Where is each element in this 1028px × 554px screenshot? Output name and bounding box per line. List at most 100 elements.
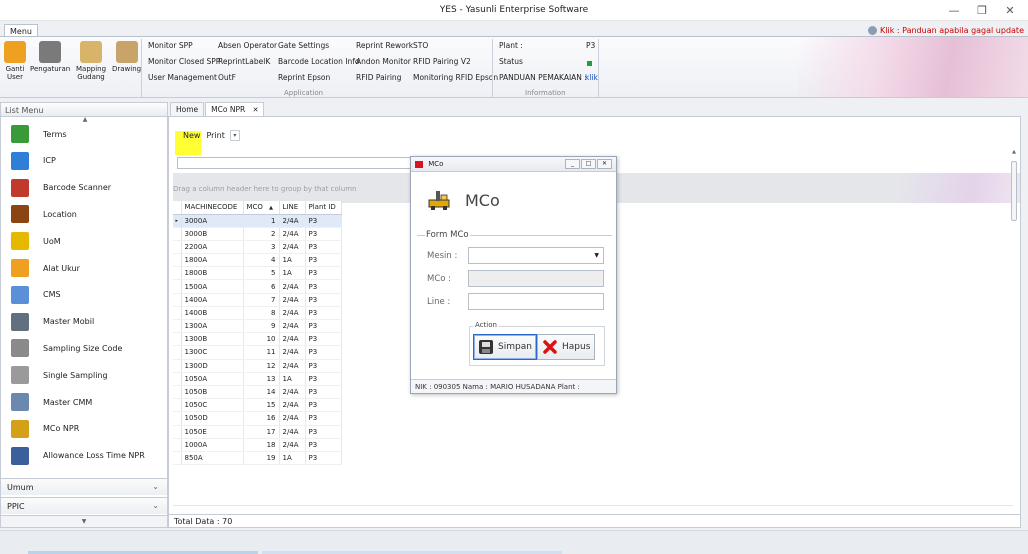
row-indicator: [173, 345, 182, 360]
sampling-icon: [11, 339, 29, 358]
panduan-link[interactable]: klik: [585, 73, 598, 82]
menu-item[interactable]: Sampling Size Code: [11, 336, 122, 360]
column-header-plant-id[interactable]: Plant ID: [305, 201, 342, 215]
table-cell: P3: [305, 411, 342, 426]
ribbon-item[interactable]: STO: [413, 41, 428, 50]
ribbon-item[interactable]: User Management: [148, 73, 217, 82]
ribbon: Ganti User Pengaturan Mapping Gudang Drawing …: [0, 36, 1028, 98]
dialog-maximize-button[interactable]: □: [581, 159, 596, 169]
scroll-up-icon[interactable]: ▲: [1010, 149, 1018, 155]
group-umum-label: Umum: [7, 483, 34, 492]
table-row[interactable]: 1800B 5 1A P3: [173, 266, 342, 281]
table-row[interactable]: 3000B 2 2/4A P3: [173, 227, 342, 241]
table-row[interactable]: ▸ 3000A 1 2/4A P3: [173, 214, 342, 228]
menu-item[interactable]: Location: [11, 202, 77, 226]
table-row[interactable]: 1300B 10 2/4A P3: [173, 332, 342, 347]
line-field[interactable]: [468, 293, 604, 310]
table-row[interactable]: 1400A 7 2/4A P3: [173, 293, 342, 307]
table-cell: 1500A: [181, 279, 244, 294]
group-ppic[interactable]: PPIC ⌄: [1, 497, 167, 514]
table-row[interactable]: 1300D 12 2/4A P3: [173, 359, 342, 373]
close-button[interactable]: ✕: [996, 2, 1024, 18]
table-cell: P3: [305, 398, 342, 413]
column-header-line[interactable]: LINE: [279, 201, 306, 215]
horizontal-scrollbar[interactable]: [173, 505, 1013, 513]
table-cell: 1400B: [181, 306, 244, 321]
hapus-button[interactable]: Hapus: [537, 334, 596, 360]
table-row[interactable]: 1000A 18 2/4A P3: [173, 438, 342, 452]
table-row[interactable]: 1050D 16 2/4A P3: [173, 411, 342, 426]
print-button[interactable]: Print: [204, 129, 226, 142]
vertical-scrollbar[interactable]: ▲: [1010, 149, 1018, 497]
ribbon-item[interactable]: Monitor SPP: [148, 41, 193, 50]
table-row[interactable]: 850A 19 1A P3: [173, 451, 342, 466]
column-header-machinecode[interactable]: MACHINECODE: [181, 201, 244, 215]
scroll-down-icon[interactable]: ▼: [1, 515, 167, 527]
terms-icon: [11, 125, 29, 143]
help-link[interactable]: Klik : Panduan apabila gagal update: [868, 24, 1024, 36]
ribbon-big-button[interactable]: Drawing: [112, 41, 141, 73]
tab-mco-npr[interactable]: MCo NPR ✕: [205, 102, 265, 116]
ribbon-item[interactable]: OutF: [218, 73, 236, 82]
table-row[interactable]: 1050C 15 2/4A P3: [173, 398, 342, 413]
menu-item[interactable]: Alat Ukur: [11, 256, 80, 280]
row-indicator: [173, 240, 182, 255]
list-menu-panel: List Menu ▲ Terms ICP Barcode Scanner Locat…: [0, 102, 168, 528]
menu-item[interactable]: Master CMM: [11, 390, 92, 414]
table-row[interactable]: 2200A 3 2/4A P3: [173, 240, 342, 255]
ribbon-item[interactable]: Reprint Rework: [356, 41, 413, 50]
scroll-up-icon[interactable]: ▲: [81, 117, 89, 123]
filter-combobox[interactable]: ▼: [177, 157, 421, 169]
tab-home[interactable]: Home: [170, 102, 205, 116]
table-row[interactable]: 1800A 4 1A P3: [173, 253, 342, 268]
ribbon-item[interactable]: Absen Operator: [218, 41, 277, 50]
menu-item[interactable]: MCo NPR: [11, 417, 79, 441]
group-umum[interactable]: Umum ⌄: [1, 478, 167, 495]
scroll-thumb[interactable]: [1011, 161, 1017, 221]
table-cell: 5: [243, 266, 280, 281]
print-dropdown-icon[interactable]: ▾: [229, 130, 240, 141]
ribbon-item[interactable]: Andon Monitor: [356, 57, 411, 66]
menu-item[interactable]: ICP: [11, 149, 56, 173]
menu-item[interactable]: Master Mobil: [11, 310, 94, 334]
menu-item[interactable]: CMS: [11, 283, 61, 307]
table-row[interactable]: 1050E 17 2/4A P3: [173, 425, 342, 439]
ribbon-item[interactable]: RFID Pairing V2: [413, 57, 471, 66]
menu-item[interactable]: Single Sampling: [11, 363, 108, 387]
dialog-minimize-button[interactable]: _: [565, 159, 580, 169]
minimize-button[interactable]: —: [940, 2, 968, 18]
ribbon-item[interactable]: Gate Settings: [278, 41, 329, 50]
column-header-mco[interactable]: MCO ▲: [243, 201, 280, 215]
ribbon-big-button[interactable]: Pengaturan: [30, 41, 70, 73]
ribbon-item[interactable]: Monitor Closed SPP: [148, 57, 220, 66]
menu-item[interactable]: Barcode Scanner: [11, 176, 111, 200]
ribbon-big-button[interactable]: Mapping Gudang: [76, 41, 106, 81]
row-indicator: [173, 385, 182, 400]
ribbon-big-button[interactable]: Ganti User: [4, 41, 26, 81]
table-row[interactable]: 1300A 9 2/4A P3: [173, 319, 342, 334]
ribbon-item[interactable]: Monitoring RFID Epson: [413, 73, 498, 82]
ribbon-item[interactable]: ReprintLabelK: [218, 57, 270, 66]
menu-item[interactable]: Allowance Loss Time NPR: [11, 444, 145, 468]
table-row[interactable]: 1400B 8 2/4A P3: [173, 306, 342, 321]
close-tab-icon[interactable]: ✕: [253, 106, 259, 114]
ribbon-item[interactable]: RFID Pairing: [356, 73, 401, 82]
table-row[interactable]: 1050A 13 1A P3: [173, 372, 342, 386]
dialog-close-button[interactable]: ✕: [597, 159, 612, 169]
new-button[interactable]: New: [181, 129, 202, 142]
table-row[interactable]: 1500A 6 2/4A P3: [173, 279, 342, 294]
menu-item[interactable]: Terms: [11, 122, 67, 146]
mesin-select[interactable]: ▼: [468, 247, 604, 264]
row-indicator: [173, 266, 182, 281]
menu-item[interactable]: UoM: [11, 229, 61, 253]
simpan-button[interactable]: Simpan: [473, 334, 537, 360]
table-cell: 1300A: [181, 319, 244, 334]
row-indicator: [173, 293, 182, 307]
ribbon-item[interactable]: Barcode Location Info: [278, 57, 359, 66]
row-indicator: [173, 438, 182, 452]
ribbon-item[interactable]: Reprint Epson: [278, 73, 330, 82]
table-row[interactable]: 1300C 11 2/4A P3: [173, 345, 342, 360]
ribbon-separator: [492, 39, 493, 97]
table-row[interactable]: 1050B 14 2/4A P3: [173, 385, 342, 400]
restore-button[interactable]: ❐: [968, 2, 996, 18]
